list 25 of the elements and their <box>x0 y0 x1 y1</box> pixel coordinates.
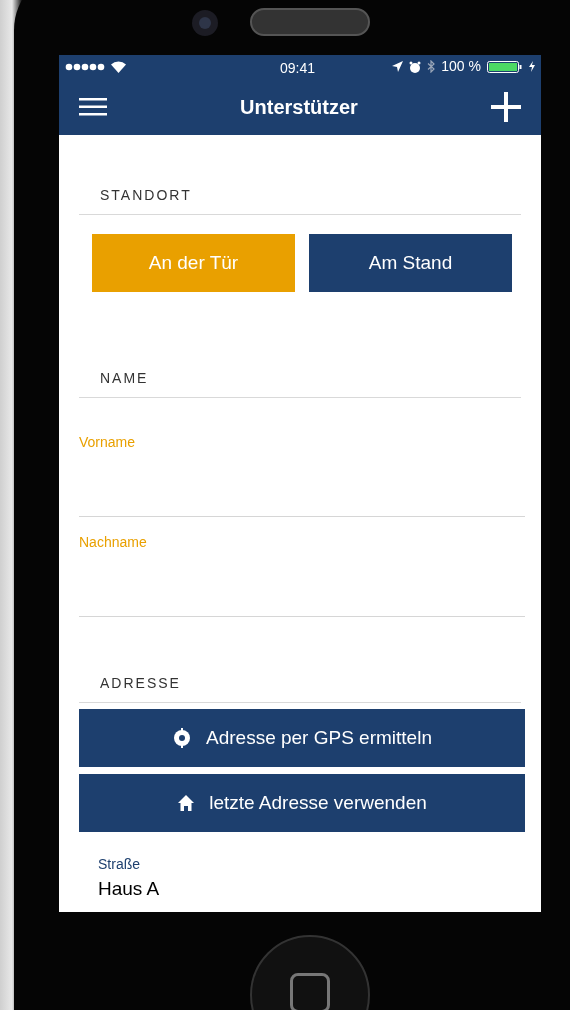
input-field[interactable]: Haus A <box>98 875 525 899</box>
address-button[interactable]: letzte Adresse verwenden <box>79 774 525 832</box>
battery-percent: 100 % <box>441 57 481 76</box>
signal-icon <box>65 62 107 71</box>
add-icon[interactable] <box>491 91 521 122</box>
nav-title: Unterstützer <box>240 94 358 120</box>
camera-icon <box>190 8 220 38</box>
crosshair-icon <box>172 728 192 748</box>
field-label: Straße <box>98 855 141 874</box>
status-time: 09:41 <box>280 59 316 78</box>
bluetooth-icon <box>427 60 436 73</box>
location-icon <box>392 61 404 72</box>
wifi-icon <box>111 60 126 73</box>
section-header: ADRESSE <box>99 674 182 693</box>
section-header: STANDORT <box>99 186 193 205</box>
alarm-icon <box>409 60 422 73</box>
charging-icon <box>529 61 535 72</box>
field-label: Nachname <box>79 533 148 552</box>
house-icon <box>177 794 196 812</box>
address-button[interactable]: Adresse per GPS ermitteln <box>79 709 525 767</box>
section-header: NAME <box>99 369 150 388</box>
menu-icon[interactable] <box>79 97 107 116</box>
segment-button[interactable]: Am Stand <box>309 234 512 292</box>
field-label: Vorname <box>79 433 137 452</box>
battery-icon <box>487 60 523 73</box>
